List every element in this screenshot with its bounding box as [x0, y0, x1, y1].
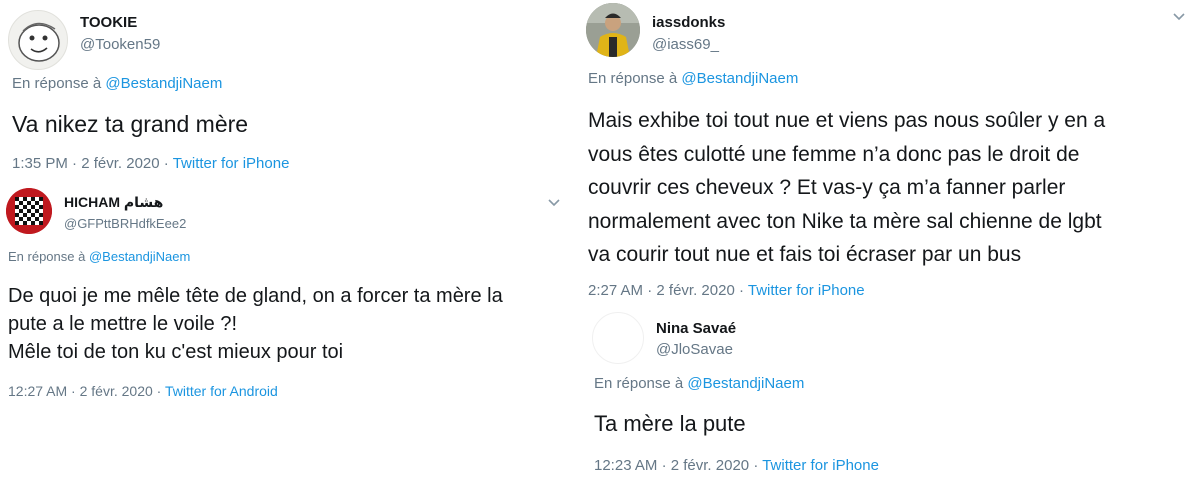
- meta-separator: ·: [71, 383, 76, 399]
- cartoon-face-icon: [18, 22, 60, 62]
- reply-context: En réponse à @BestandjiNaem: [12, 75, 222, 92]
- tweet-text-line: vous êtes culotté une femme n’a donc pas…: [588, 142, 1080, 166]
- author-name[interactable]: iassdonks: [652, 14, 725, 31]
- tweet-text-line: normalement avec ton Nike ta mère sal ch…: [588, 209, 1102, 233]
- tweet-source[interactable]: Twitter for iPhone: [748, 282, 865, 299]
- reply-context: En réponse à @BestandjiNaem: [588, 70, 798, 87]
- reply-mention-link[interactable]: @BestandjiNaem: [681, 70, 798, 87]
- meta-separator: ·: [156, 383, 162, 399]
- meta-separator: ·: [738, 282, 744, 299]
- tweet-text-line: Mais exhibe toi tout nue et viens pas no…: [588, 109, 1106, 132]
- meta-separator: ·: [753, 457, 759, 474]
- tweet-text: Ta mère la pute: [594, 410, 746, 438]
- reply-prefix: En réponse à: [588, 70, 678, 87]
- meta-separator: ·: [647, 282, 653, 299]
- reply-prefix: En réponse à: [8, 249, 86, 264]
- chevron-down-icon[interactable]: [547, 198, 561, 208]
- tweet-date[interactable]: 2 févr. 2020: [671, 457, 749, 474]
- tweet-text-line: De quoi je me mêle tête de gland, on a f…: [8, 285, 503, 307]
- reply-context: En réponse à @BestandjiNaem: [8, 249, 190, 264]
- tweet-source[interactable]: Twitter for Android: [165, 383, 278, 399]
- tweet-text: De quoi je me mêle tête de gland, on a f…: [8, 282, 503, 366]
- author-handle[interactable]: @iass69_: [652, 36, 719, 53]
- tweet-time[interactable]: 2:27 AM: [588, 282, 643, 299]
- meta-separator: ·: [661, 457, 667, 474]
- meta-separator: ·: [163, 155, 169, 172]
- tweet-time[interactable]: 12:23 AM: [594, 457, 657, 474]
- meta-separator: ·: [72, 155, 78, 172]
- reply-mention-link[interactable]: @BestandjiNaem: [89, 249, 190, 264]
- tweet-date[interactable]: 2 févr. 2020: [81, 155, 159, 172]
- author-name[interactable]: Nina Savaé: [656, 320, 736, 337]
- author-handle[interactable]: @Tooken59: [80, 36, 160, 53]
- tweet-text-line: pute a le mettre le voile ?!: [8, 313, 238, 335]
- tweet-text: Va nikez ta grand mère: [12, 110, 248, 138]
- avatar[interactable]: [586, 3, 640, 57]
- reply-mention-link[interactable]: @BestandjiNaem: [687, 375, 804, 392]
- tweet-source[interactable]: Twitter for iPhone: [173, 155, 290, 172]
- author-handle[interactable]: @GFPttBRHdfkEee2: [64, 216, 186, 231]
- reply-context: En réponse à @BestandjiNaem: [594, 375, 804, 392]
- author-name[interactable]: TOOKIE: [80, 14, 137, 31]
- tweet-text-line: Mêle toi de ton ku c'est mieux pour toi: [8, 341, 344, 363]
- tweet-text-line: va courir tout nue et fais toi écraser p…: [588, 243, 1022, 266]
- reply-prefix: En réponse à: [12, 75, 102, 92]
- tweet-time[interactable]: 1:35 PM: [12, 155, 68, 172]
- reply-mention-link[interactable]: @BestandjiNaem: [105, 75, 222, 92]
- tweet-meta: 2:27 AM · 2 févr. 2020 · Twitter for iPh…: [588, 282, 865, 299]
- tweet-meta: 12:23 AM · 2 févr. 2020 · Twitter for iP…: [594, 457, 879, 474]
- tweet-time[interactable]: 12:27 AM: [8, 383, 67, 399]
- chevron-down-icon[interactable]: [1172, 12, 1186, 22]
- profile-photo-icon: [586, 3, 640, 57]
- tweet-text: Mais exhibe toi tout nue et viens pas no…: [588, 104, 1105, 272]
- tweet-text-line: couvrir ces cheveux ? Et vas-y ça m’a fa…: [588, 176, 1066, 199]
- avatar[interactable]: [592, 312, 644, 364]
- avatar[interactable]: [8, 10, 68, 70]
- tweet-text-line: Va nikez ta grand mère: [12, 111, 249, 137]
- tweet-date[interactable]: 2 févr. 2020: [656, 282, 734, 299]
- checkered-logo-icon: [6, 188, 52, 234]
- reply-prefix: En réponse à: [594, 375, 684, 392]
- tweet-meta: 12:27 AM · 2 févr. 2020 · Twitter for An…: [8, 383, 278, 399]
- tweet-meta: 1:35 PM · 2 févr. 2020 · Twitter for iPh…: [12, 155, 289, 172]
- tweet-date[interactable]: 2 févr. 2020: [80, 383, 153, 399]
- avatar[interactable]: [6, 188, 52, 234]
- tweet-text-line: Ta mère la pute: [594, 411, 746, 436]
- tweet-source[interactable]: Twitter for iPhone: [762, 457, 879, 474]
- author-handle[interactable]: @JloSavae: [656, 341, 733, 358]
- author-name[interactable]: HICHAM هشام: [64, 194, 163, 211]
